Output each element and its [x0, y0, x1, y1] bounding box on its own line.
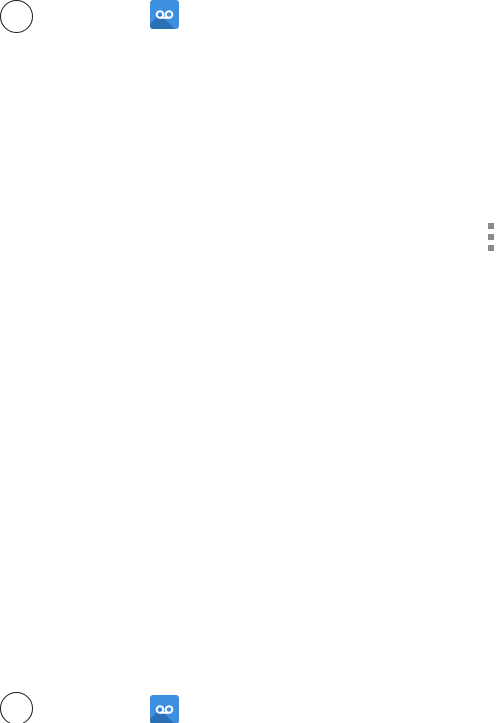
voicemail-icon	[150, 695, 179, 723]
option-row-bottom[interactable]	[0, 687, 500, 723]
voicemail-glyph	[155, 10, 174, 19]
menu-dot	[488, 223, 494, 229]
menu-dot	[488, 234, 494, 240]
menu-dot	[488, 245, 494, 251]
screen	[0, 0, 500, 723]
radio-icon[interactable]	[0, 0, 33, 33]
radio-icon[interactable]	[0, 692, 33, 723]
more-options-icon[interactable]	[486, 221, 496, 253]
voicemail-icon	[150, 0, 179, 29]
voicemail-glyph	[155, 705, 174, 714]
option-row-top[interactable]	[0, 0, 500, 36]
